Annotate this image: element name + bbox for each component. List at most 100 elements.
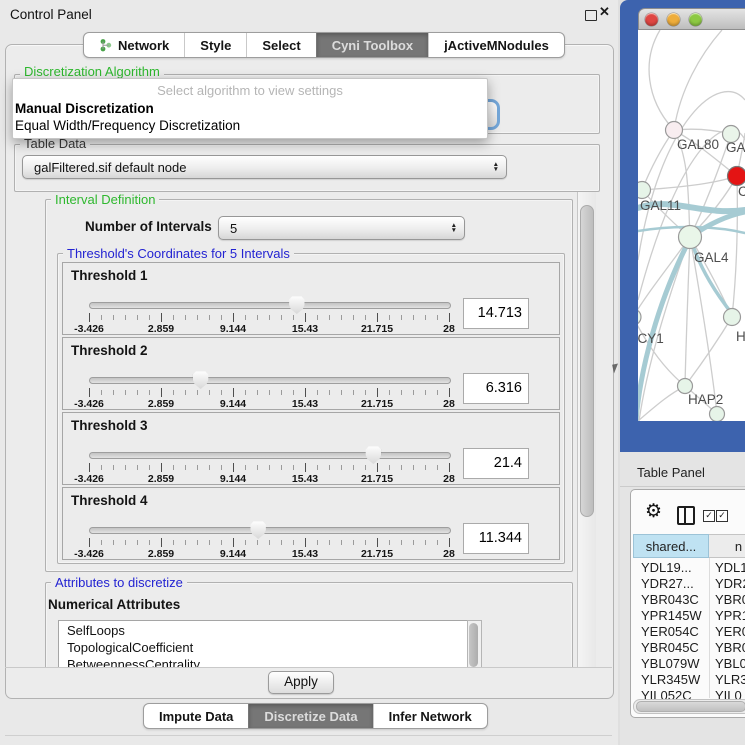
tick-label: 28 bbox=[443, 398, 455, 410]
network-node-label: GA bbox=[726, 140, 745, 155]
column-header-shared-name[interactable]: shared... bbox=[633, 534, 709, 558]
threshold-slider-track[interactable] bbox=[89, 527, 451, 534]
threshold-value-input[interactable]: 21.4 bbox=[463, 448, 529, 479]
table-row[interactable]: YER054CYER0 bbox=[631, 624, 745, 640]
tab-cyni-toolbox[interactable]: Cyni Toolbox bbox=[316, 33, 428, 57]
network-node[interactable] bbox=[666, 122, 683, 139]
network-node[interactable] bbox=[638, 182, 651, 199]
threshold-slider-thumb[interactable] bbox=[289, 296, 305, 314]
apply-button[interactable]: Apply bbox=[268, 671, 334, 694]
scrollbar-thumb[interactable] bbox=[636, 701, 745, 712]
scrollbar-thumb[interactable] bbox=[580, 205, 594, 517]
network-window-titlebar[interactable] bbox=[638, 8, 745, 30]
major-tick bbox=[233, 313, 234, 322]
table-row[interactable]: YBR043CYBR0 bbox=[631, 592, 745, 608]
tick-label: 28 bbox=[443, 323, 455, 335]
numerical-attributes-list[interactable]: SelfLoopsTopologicalCoefficientBetweenne… bbox=[58, 620, 482, 668]
major-tick bbox=[377, 463, 378, 472]
slider-tick-labels: -3.4262.8599.14415.4321.71528 bbox=[89, 398, 450, 410]
split-table-icon[interactable] bbox=[677, 506, 695, 525]
mouse-cursor bbox=[612, 363, 620, 373]
column-header-name[interactable]: n bbox=[709, 534, 745, 558]
threshold-value-input[interactable]: 6.316 bbox=[463, 373, 529, 404]
threshold-slider-track[interactable] bbox=[89, 302, 451, 309]
network-node[interactable] bbox=[710, 407, 725, 422]
tab-jactivemnodules[interactable]: jActiveMNodules bbox=[428, 33, 564, 57]
algorithm-dropdown-popup: Select algorithm to view settings Manual… bbox=[12, 78, 488, 139]
cell-shared-name: YLR345W bbox=[641, 672, 700, 687]
threshold-value-input[interactable]: 11.344 bbox=[463, 523, 529, 554]
network-node[interactable] bbox=[728, 167, 745, 186]
major-tick bbox=[449, 463, 450, 472]
network-node[interactable] bbox=[679, 226, 702, 249]
threshold-value-input[interactable]: 14.713 bbox=[463, 298, 529, 329]
table-row[interactable]: YDR27...YDR2 bbox=[631, 576, 745, 592]
number-of-intervals-value: 5 bbox=[230, 217, 237, 239]
table-data-selected-value: galFiltered.sif default node bbox=[34, 156, 186, 178]
popup-item-manual-discretization[interactable]: Manual Discretization bbox=[13, 100, 487, 117]
threshold-slider-thumb[interactable] bbox=[193, 371, 209, 389]
node-table: ⚙ ✓ ✓ shared... n YDL19...YDL1YDR27...YD… bbox=[630, 489, 745, 718]
threshold-label: Threshold 1 bbox=[71, 268, 148, 283]
network-view-window[interactable]: GAL80GACGAL11GAL4GCY1HHAP2 bbox=[620, 0, 745, 452]
table-row[interactable]: YLR345WYLR3 bbox=[631, 672, 745, 688]
table-row[interactable]: YPR145WYPR1 bbox=[631, 608, 745, 624]
network-node-label: C bbox=[738, 184, 745, 199]
tab-select[interactable]: Select bbox=[246, 33, 315, 57]
threshold-slider-track[interactable] bbox=[89, 452, 451, 459]
table-row[interactable]: YBR045CYBR0 bbox=[631, 640, 745, 656]
checkbox-icon[interactable]: ✓ bbox=[716, 510, 728, 522]
tab-discretize-data[interactable]: Discretize Data bbox=[248, 704, 372, 728]
number-of-intervals-label: Number of Intervals bbox=[85, 219, 212, 234]
slider-tick-labels: -3.4262.8599.14415.4321.71528 bbox=[89, 548, 450, 560]
network-node-label: GCY1 bbox=[638, 331, 664, 346]
tick-label: 9.144 bbox=[220, 473, 246, 485]
major-tick bbox=[377, 313, 378, 322]
major-tick bbox=[305, 388, 306, 397]
threshold-label: Threshold 3 bbox=[71, 418, 148, 433]
checkbox-icon[interactable]: ✓ bbox=[703, 510, 715, 522]
tick-label: 2.859 bbox=[148, 398, 174, 410]
close-button[interactable] bbox=[645, 13, 658, 26]
attribute-list-item[interactable]: TopologicalCoefficient bbox=[67, 640, 193, 656]
tab-label: jActiveMNodules bbox=[444, 38, 549, 53]
attribute-list-item[interactable]: SelfLoops bbox=[67, 623, 125, 639]
threshold-slider-thumb[interactable] bbox=[250, 521, 266, 539]
tick-label: 21.715 bbox=[361, 323, 393, 335]
settings-vertical-scrollbar[interactable] bbox=[577, 192, 596, 668]
gear-icon[interactable]: ⚙ bbox=[645, 502, 662, 521]
major-tick bbox=[89, 313, 90, 322]
table-row[interactable]: YBL079WYBL0 bbox=[631, 656, 745, 672]
threshold-slider-thumb[interactable] bbox=[365, 446, 381, 464]
tab-network[interactable]: Network bbox=[84, 33, 184, 57]
threshold-label: Threshold 4 bbox=[71, 493, 148, 508]
network-icon bbox=[99, 38, 112, 52]
major-tick bbox=[305, 313, 306, 322]
number-of-intervals-combobox[interactable]: 5 ▲▼ bbox=[218, 216, 465, 240]
cell-shared-name: YBR043C bbox=[641, 592, 699, 607]
network-node[interactable] bbox=[724, 309, 741, 326]
network-node[interactable] bbox=[638, 309, 641, 325]
popup-item-equal-width-frequency[interactable]: Equal Width/Frequency Discretization bbox=[13, 117, 487, 134]
minor-ticks bbox=[89, 465, 450, 470]
tab-impute-data[interactable]: Impute Data bbox=[144, 704, 248, 728]
minimize-button[interactable] bbox=[667, 13, 680, 26]
table-data-combobox[interactable]: galFiltered.sif default node ▲▼ bbox=[22, 155, 507, 179]
tick-label: -3.426 bbox=[74, 473, 104, 485]
tab-infer-network[interactable]: Infer Network bbox=[373, 704, 487, 728]
table-panel-title: Table Panel bbox=[637, 465, 705, 480]
table-row[interactable]: YDL19...YDL1 bbox=[631, 560, 745, 576]
tab-label: Infer Network bbox=[389, 709, 472, 724]
scrollbar-thumb[interactable] bbox=[469, 623, 478, 667]
attributes-list-scrollbar[interactable] bbox=[467, 620, 482, 668]
table-horizontal-scrollbar[interactable] bbox=[633, 699, 745, 714]
major-tick bbox=[89, 463, 90, 472]
float-window-icon[interactable] bbox=[585, 10, 597, 21]
threshold-slider-track[interactable] bbox=[89, 377, 451, 384]
tab-style[interactable]: Style bbox=[184, 33, 246, 57]
network-canvas[interactable]: GAL80GACGAL11GAL4GCY1HHAP2 bbox=[638, 30, 745, 421]
zoom-button[interactable] bbox=[689, 13, 702, 26]
tab-label: Discretize Data bbox=[264, 709, 357, 724]
tick-label: 15.43 bbox=[292, 548, 318, 560]
close-icon[interactable]: ✕ bbox=[599, 4, 610, 20]
